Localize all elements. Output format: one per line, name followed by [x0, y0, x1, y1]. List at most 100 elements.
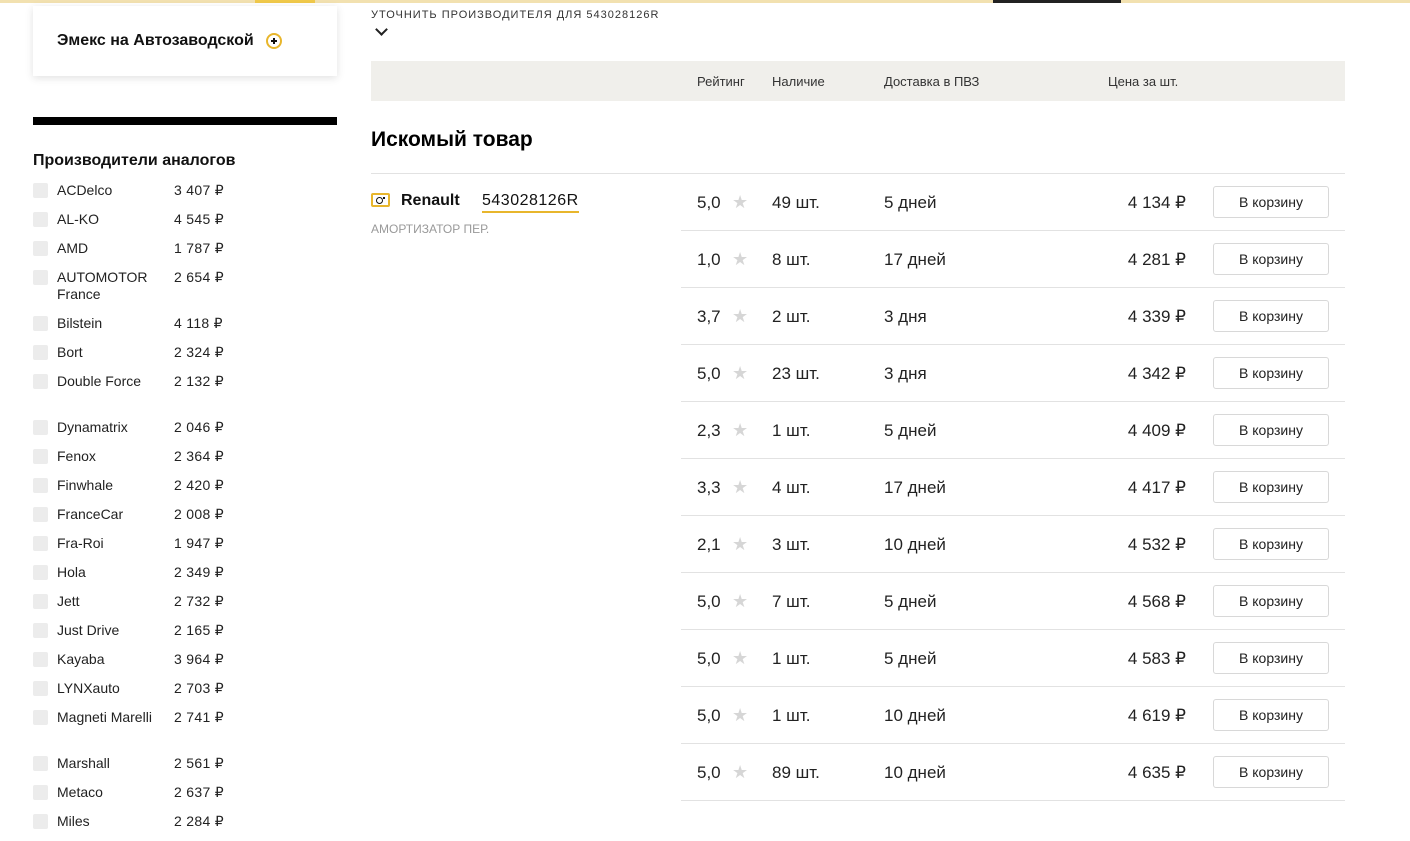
- analog-name: Dynamatrix: [57, 419, 128, 435]
- analog-item[interactable]: Metaco 2 637 ₽: [33, 783, 333, 812]
- header-delivery[interactable]: Доставка в ПВЗ: [884, 74, 979, 89]
- analog-name: Double Force: [57, 373, 142, 389]
- analog-item[interactable]: FranceCar 2 008 ₽: [33, 505, 333, 534]
- analog-checkbox[interactable]: [33, 814, 48, 829]
- analog-item[interactable]: Dynamatrix 2 046 ₽: [33, 418, 333, 447]
- analog-name: FranceCar: [57, 506, 124, 522]
- offer-price: 4 635 ₽: [1127, 763, 1186, 782]
- analog-checkbox[interactable]: [33, 507, 48, 522]
- analog-checkbox[interactable]: [33, 565, 48, 580]
- add-to-cart-button[interactable]: В корзину: [1213, 642, 1329, 674]
- analog-checkbox[interactable]: [33, 623, 48, 638]
- offer-price: 4 134 ₽: [1127, 193, 1186, 212]
- analog-item[interactable]: Miles 2 284 ₽: [33, 812, 333, 841]
- analog-item[interactable]: Fra-Roi 1 947 ₽: [33, 534, 333, 563]
- analog-price: 1 947 ₽: [174, 535, 224, 551]
- star-icon: ★: [732, 420, 749, 440]
- add-to-cart-button[interactable]: В корзину: [1213, 186, 1329, 218]
- add-to-cart-button[interactable]: В корзину: [1213, 756, 1329, 788]
- analog-name: Bilstein: [57, 315, 103, 331]
- header-price[interactable]: Цена за шт.: [1108, 74, 1178, 89]
- analog-name: Just Drive: [57, 622, 120, 638]
- add-to-cart-button[interactable]: В корзину: [1213, 357, 1329, 389]
- offer-stock: 4 шт.: [772, 478, 811, 497]
- camera-icon[interactable]: [371, 193, 390, 207]
- clarify-manufacturer-link[interactable]: УТОЧНИТЬ ПРОИЗВОДИТЕЛЯ ДЛЯ 543028126R: [371, 9, 659, 21]
- analog-item[interactable]: Hola 2 349 ₽: [33, 563, 333, 592]
- analog-item[interactable]: Jett 2 732 ₽: [33, 592, 333, 621]
- analog-name: AL-KO: [57, 211, 100, 227]
- analog-price: 2 165 ₽: [174, 622, 224, 638]
- star-icon: ★: [732, 534, 749, 554]
- chevron-down-icon[interactable]: [375, 23, 388, 36]
- offer-stock: 8 шт.: [772, 250, 811, 269]
- analog-item[interactable]: Finwhale 2 420 ₽: [33, 476, 333, 505]
- analog-name: Miles: [57, 813, 90, 829]
- analog-item[interactable]: Marshall 2 561 ₽: [33, 754, 333, 783]
- analog-price: 4 118 ₽: [174, 315, 223, 331]
- analog-item[interactable]: AMD 1 787 ₽: [33, 239, 333, 268]
- analog-item[interactable]: Bort 2 324 ₽: [33, 343, 333, 372]
- add-to-cart-button[interactable]: В корзину: [1213, 300, 1329, 332]
- add-to-cart-button[interactable]: В корзину: [1213, 471, 1329, 503]
- offer-rating: 3,3: [697, 478, 721, 497]
- header-stock[interactable]: Наличие: [772, 74, 825, 89]
- analog-name: Fra-Roi: [57, 535, 104, 551]
- analog-item[interactable]: LYNXauto 2 703 ₽: [33, 679, 333, 708]
- analog-item[interactable]: AUTOMOTOR France 2 654 ₽: [33, 268, 333, 314]
- analog-checkbox[interactable]: [33, 316, 48, 331]
- add-to-cart-button[interactable]: В корзину: [1213, 414, 1329, 446]
- add-to-cart-button[interactable]: В корзину: [1213, 528, 1329, 560]
- offer-delivery: 5 дней: [884, 421, 937, 440]
- top-progress-bar: [0, 0, 1410, 3]
- divider-bar: [33, 117, 337, 125]
- star-icon: ★: [732, 762, 749, 782]
- analog-price: 2 046 ₽: [174, 419, 224, 435]
- add-to-cart-button[interactable]: В корзину: [1213, 699, 1329, 731]
- analog-item[interactable]: Bilstein 4 118 ₽: [33, 314, 333, 343]
- product-brand: Renault: [401, 192, 460, 209]
- analog-item[interactable]: Magneti Marelli 2 741 ₽: [33, 708, 333, 754]
- analog-checkbox[interactable]: [33, 652, 48, 667]
- offer-rating: 2,1: [697, 535, 721, 554]
- offer-rating: 5,0: [697, 592, 721, 611]
- header-rating[interactable]: Рейтинг: [697, 74, 745, 89]
- analog-checkbox[interactable]: [33, 449, 48, 464]
- analog-checkbox[interactable]: [33, 785, 48, 800]
- analog-checkbox[interactable]: [33, 241, 48, 256]
- part-number-link[interactable]: 543028126R: [482, 192, 579, 213]
- analog-item[interactable]: Fenox 2 364 ₽: [33, 447, 333, 476]
- analog-name: Kayaba: [57, 651, 105, 667]
- plus-icon[interactable]: [265, 33, 282, 49]
- analog-name: Magneti Marelli: [57, 709, 152, 725]
- analog-name: LYNXauto: [57, 680, 120, 696]
- analog-checkbox[interactable]: [33, 681, 48, 696]
- analog-item[interactable]: Just Drive 2 165 ₽: [33, 621, 333, 650]
- analog-item[interactable]: ACDelco 3 407 ₽: [33, 181, 333, 210]
- add-to-cart-button[interactable]: В корзину: [1213, 243, 1329, 275]
- analog-price: 1 787 ₽: [174, 240, 224, 256]
- analog-item[interactable]: Double Force 2 132 ₽: [33, 372, 333, 418]
- analog-checkbox[interactable]: [33, 594, 48, 609]
- analog-checkbox[interactable]: [33, 478, 48, 493]
- offer-rating: 5,0: [697, 193, 721, 212]
- store-card[interactable]: Эмекс на Автозаводской: [33, 6, 337, 76]
- analog-checkbox[interactable]: [33, 374, 48, 389]
- analog-checkbox[interactable]: [33, 270, 48, 285]
- analog-item[interactable]: Kayaba 3 964 ₽: [33, 650, 333, 679]
- analog-checkbox[interactable]: [33, 710, 48, 725]
- analog-price: 2 324 ₽: [174, 344, 224, 360]
- analog-item[interactable]: AL-KO 4 545 ₽: [33, 210, 333, 239]
- analog-list: ACDelco 3 407 ₽ AL-KO 4 545 ₽ AMD 1 787 ₽ AUTO…: [33, 181, 333, 841]
- offer-row: 1,0 ★ 8 шт. 17 дней 4 281 ₽ В корзину: [681, 231, 1345, 288]
- analog-name: AMD: [57, 240, 89, 256]
- analog-checkbox[interactable]: [33, 345, 48, 360]
- analog-price: 2 732 ₽: [174, 593, 224, 609]
- add-to-cart-button[interactable]: В корзину: [1213, 585, 1329, 617]
- analog-checkbox[interactable]: [33, 536, 48, 551]
- analog-checkbox[interactable]: [33, 212, 48, 227]
- analog-checkbox[interactable]: [33, 420, 48, 435]
- offer-rating: 5,0: [697, 364, 721, 383]
- analog-checkbox[interactable]: [33, 756, 48, 771]
- analog-checkbox[interactable]: [33, 183, 48, 198]
